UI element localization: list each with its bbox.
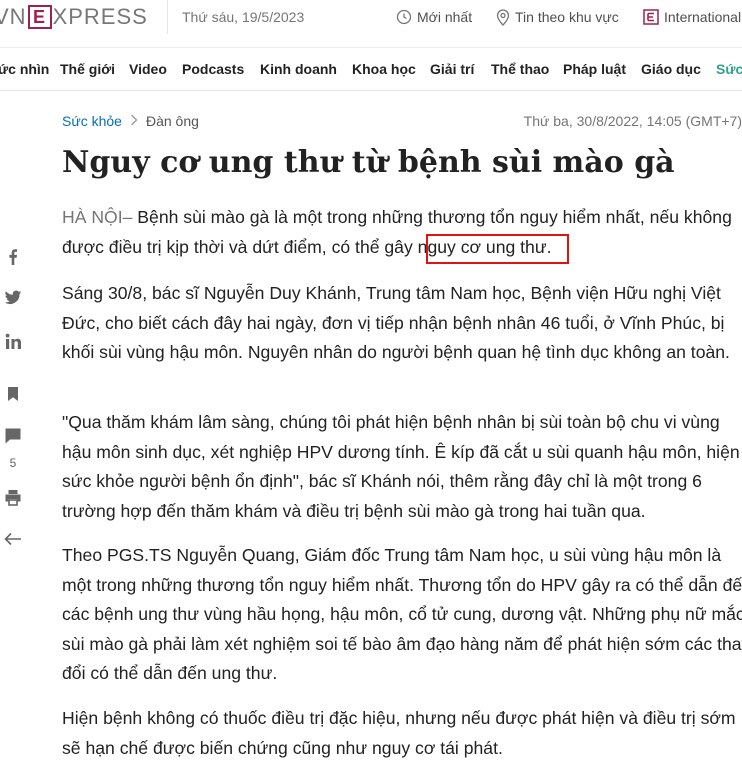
facebook-icon [9,249,18,265]
nav-item-video[interactable]: Video [129,48,167,90]
logo-part-vn: VN [0,4,27,29]
comment-icon [5,428,21,444]
nav-item-the-gioi[interactable]: Thế giới [60,48,115,90]
logo-part-e: E [27,5,52,29]
nav-item-giai-tri[interactable]: Giải trí [430,48,474,90]
nav-item-the-thao[interactable]: Thể thao [491,48,549,90]
article-title: Nguy cơ ung thư từ bệnh sùi mào gà [62,145,675,180]
main-navigation: ức nhìn Thế giới Video Podcasts Kinh doa… [0,47,742,91]
local-news-link[interactable]: Tin theo khu vực [496,0,619,34]
breadcrumb: Sức khỏe Đàn ông [62,113,199,129]
twitter-icon [4,290,22,305]
back-button[interactable] [0,532,26,546]
clock-icon [396,9,412,25]
nav-item-phap-luat[interactable]: Pháp luật [563,48,626,90]
international-label: International [664,9,742,25]
nav-item-giao-duc[interactable]: Giáo dục [641,48,701,90]
lead-location: HÀ NỘI [62,207,123,227]
article-paragraph-3: Theo PGS.TS Nguyễn Quang, Giám đốc Trung… [62,545,742,683]
article-lead: HÀ NỘI– Bệnh sùi mào gà là một trong nhữ… [62,203,742,262]
chevron-right-icon [130,113,138,129]
linkedin-share-button[interactable] [0,333,26,350]
print-icon [5,490,21,506]
top-bar: VN E XPRESS Thứ sáu, 19/5/2023 Mới nhất Ti… [0,0,742,34]
logo-part-xpress: XPRESS [52,4,148,29]
nav-item-khoa-hoc[interactable]: Khoa học [352,48,416,90]
international-link[interactable]: International [643,0,741,34]
nav-item-goc-nhin[interactable]: ức nhìn [0,48,49,90]
location-pin-icon [496,8,510,26]
highlight-box [426,234,569,264]
current-date: Thứ sáu, 19/5/2023 [167,0,304,34]
latest-news-link[interactable]: Mới nhất [396,0,472,34]
bookmark-icon [8,387,18,401]
nav-item-kinh-doanh[interactable]: Kinh doanh [260,48,337,90]
save-bookmark-button[interactable] [0,386,26,402]
print-button[interactable] [0,489,26,506]
facebook-share-button[interactable] [0,248,26,266]
comment-count: 5 [9,456,17,470]
linkedin-icon [5,333,21,349]
lead-separator: – [122,207,133,227]
breadcrumb-subcategory-link[interactable]: Đàn ông [146,113,199,129]
lead-text: Bệnh sùi mào gà là một trong những thươn… [62,207,732,257]
comment-button[interactable] [0,427,26,445]
site-logo[interactable]: VN E XPRESS [0,3,148,31]
twitter-share-button[interactable] [0,290,26,306]
article-paragraph-4: Hiện bệnh không có thuốc điều trị đặc hi… [62,708,736,758]
nav-item-suc-khoe[interactable]: Sức [716,48,742,90]
breadcrumb-category-link[interactable]: Sức khỏe [62,113,122,129]
international-e-icon [643,9,659,25]
latest-news-label: Mới nhất [417,9,473,25]
nav-item-podcasts[interactable]: Podcasts [182,48,244,90]
local-news-label: Tin theo khu vực [515,9,619,25]
publish-date: Thứ ba, 30/8/2022, 14:05 (GMT+7) [523,113,742,129]
arrow-left-icon [4,532,21,546]
article-paragraph-2: "Qua thăm khám lâm sàng, chúng tôi phát … [62,412,740,521]
article-paragraph-1: Sáng 30/8, bác sĩ Nguyễn Duy Khánh, Trun… [62,283,730,362]
